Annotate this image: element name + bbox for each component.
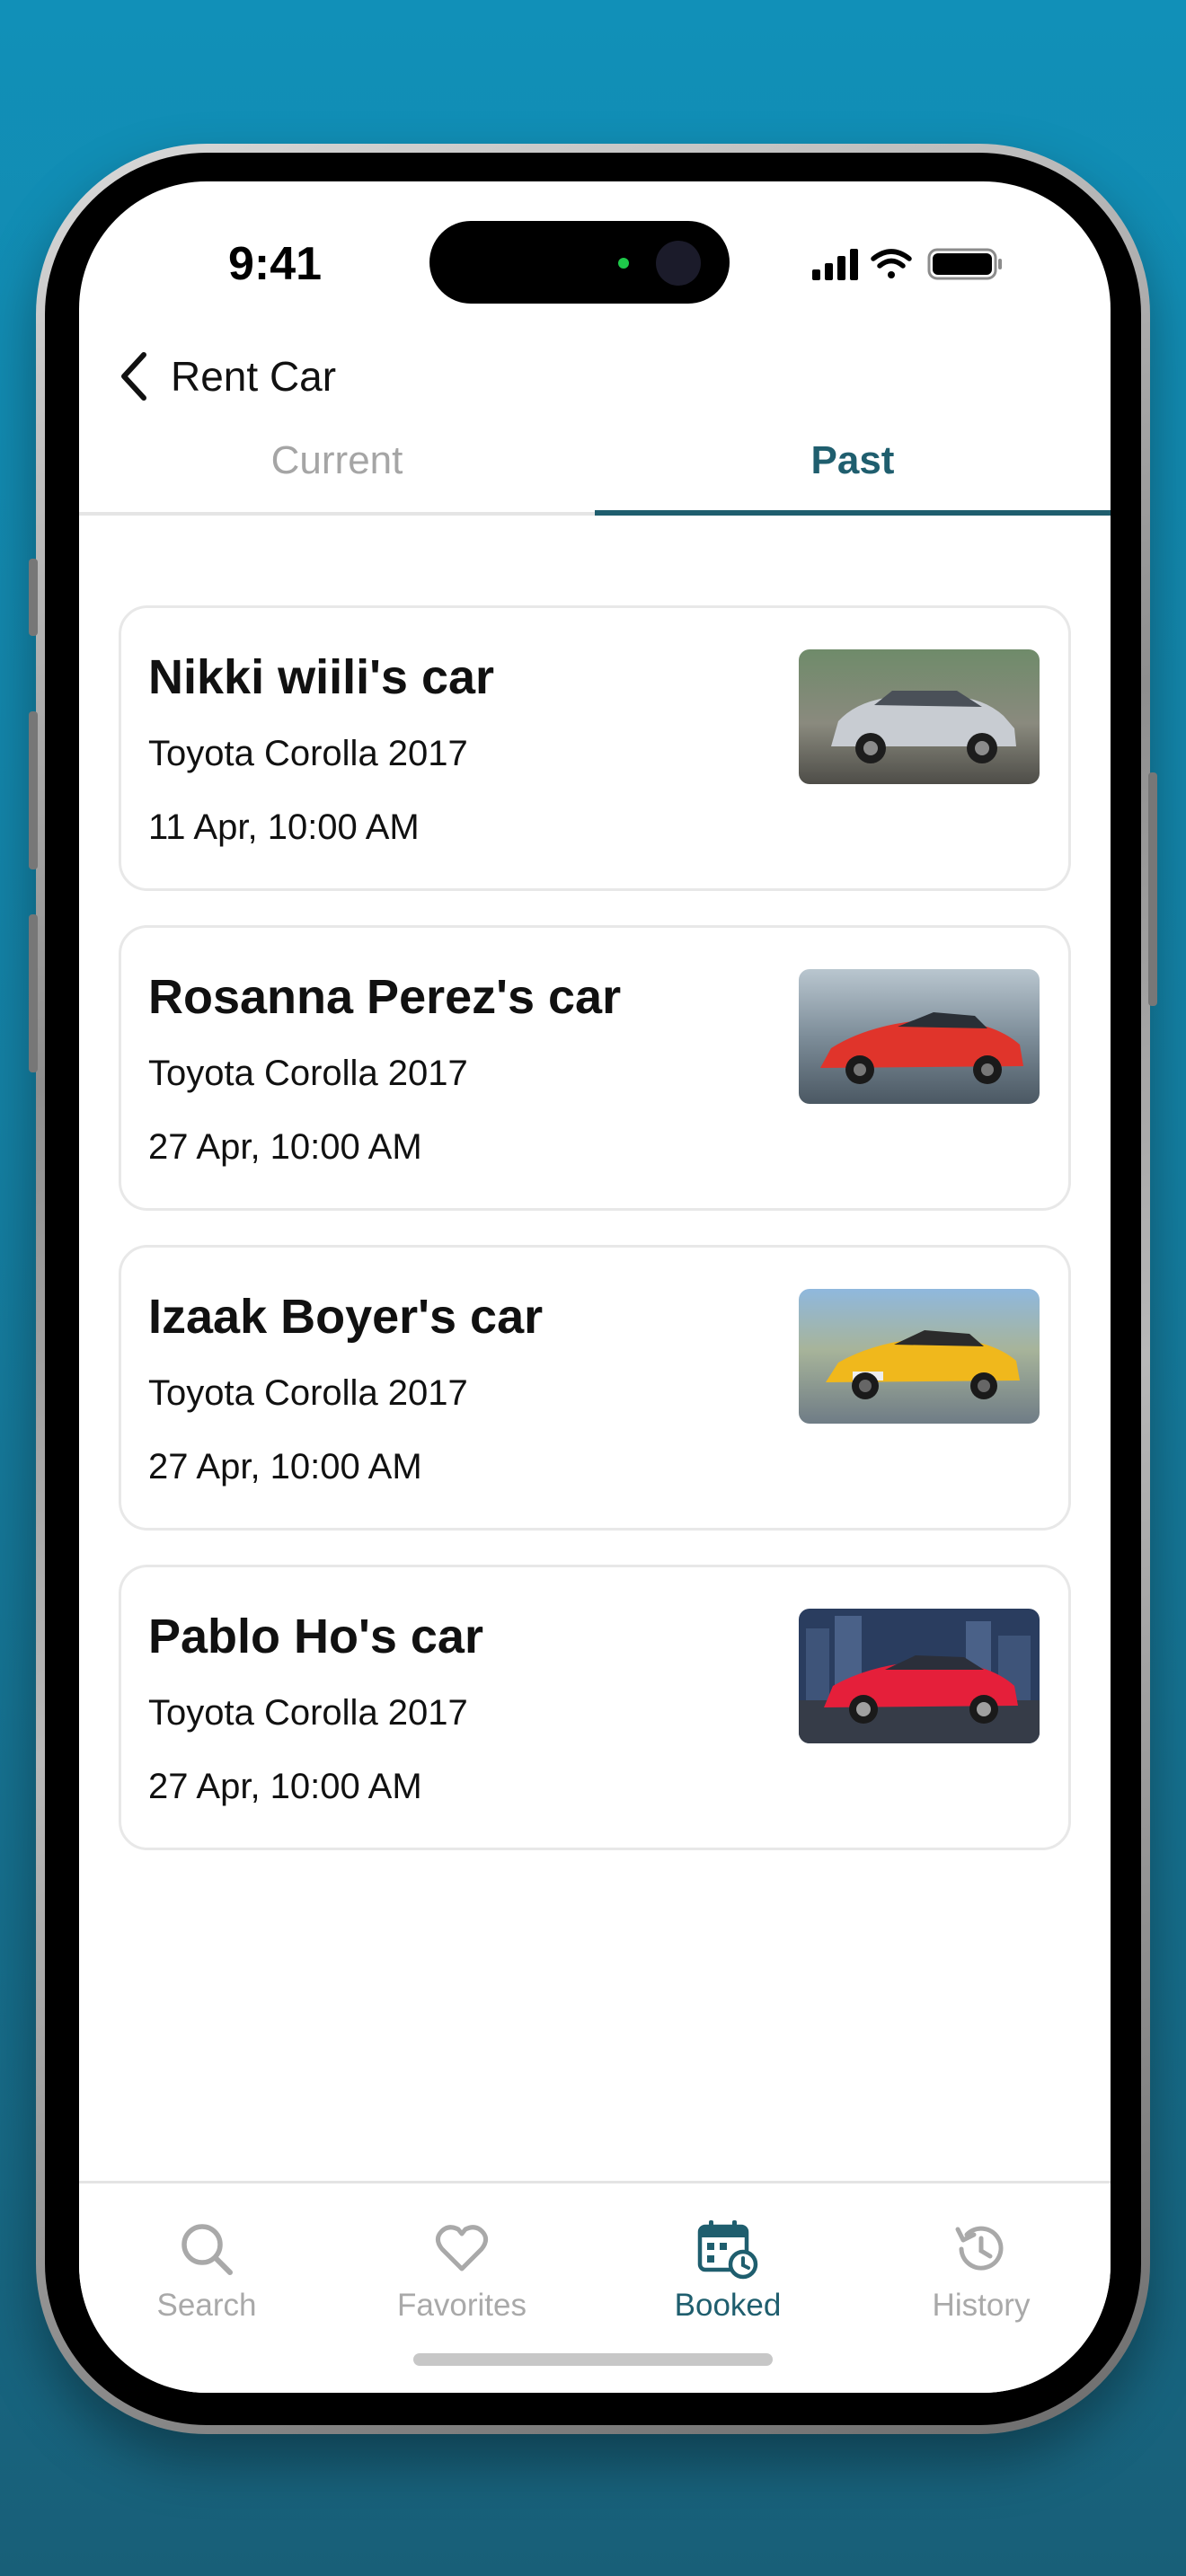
- booking-car-model: Toyota Corolla 2017: [148, 734, 468, 773]
- booking-card[interactable]: Rosanna Perez's car Toyota Corolla 2017 …: [119, 925, 1071, 1211]
- booking-date: 27 Apr, 10:00 AM: [148, 1767, 422, 1806]
- status-time: 9:41: [227, 238, 323, 290]
- volume-down-button: [29, 914, 38, 1072]
- power-button: [1148, 772, 1157, 1006]
- wifi-icon: [871, 249, 912, 278]
- tab-booked[interactable]: Booked: [611, 2218, 845, 2324]
- tab-current[interactable]: Current: [79, 408, 595, 514]
- booking-card[interactable]: Izaak Boyer's car Toyota Corolla 2017 27…: [119, 1245, 1071, 1531]
- camera-indicator-dot: [618, 258, 629, 269]
- back-button[interactable]: [111, 345, 158, 408]
- app-screen: 9:41 Rent Car Current Past Nikki wiili's…: [79, 181, 1111, 2393]
- car-photo: [799, 1609, 1040, 1743]
- tab-history[interactable]: History: [864, 2218, 1098, 2324]
- booking-card[interactable]: Nikki wiili's car Toyota Corolla 2017 11…: [119, 605, 1071, 891]
- tab-label: Favorites: [397, 2288, 527, 2323]
- booking-owner: Izaak Boyer's car: [148, 1290, 544, 1344]
- tab-label: Booked: [674, 2288, 782, 2323]
- booking-owner: Nikki wiili's car: [148, 650, 495, 704]
- action-button: [29, 559, 38, 636]
- front-camera: [656, 241, 701, 286]
- bookings-list: Nikki wiili's car Toyota Corolla 2017 11…: [119, 605, 1071, 1884]
- chevron-left-icon: [121, 352, 146, 401]
- booking-owner: Pablo Ho's car: [148, 1610, 483, 1663]
- tab-favorites[interactable]: Favorites: [345, 2218, 579, 2324]
- history-icon: [955, 2226, 1004, 2271]
- heart-icon: [435, 2225, 489, 2272]
- home-indicator[interactable]: [413, 2353, 773, 2366]
- booking-car-model: Toyota Corolla 2017: [148, 1054, 468, 1093]
- tab-label: History: [932, 2288, 1031, 2323]
- calendar-clock-icon: [697, 2220, 758, 2280]
- booking-card[interactable]: Pablo Ho's car Toyota Corolla 2017 27 Ap…: [119, 1565, 1071, 1850]
- dynamic-island: [429, 221, 730, 304]
- booking-car-model: Toyota Corolla 2017: [148, 1373, 468, 1413]
- booking-owner: Rosanna Perez's car: [148, 970, 622, 1024]
- booking-date: 27 Apr, 10:00 AM: [148, 1447, 422, 1486]
- booking-car-model: Toyota Corolla 2017: [148, 1693, 468, 1733]
- volume-up-button: [29, 711, 38, 869]
- page-title: Rent Car: [171, 353, 337, 400]
- active-tab-indicator: [595, 510, 1111, 516]
- segment-tabs: Current Past: [79, 408, 1111, 517]
- car-photo: [799, 649, 1040, 784]
- tab-past[interactable]: Past: [595, 408, 1111, 514]
- signal-icon: [812, 249, 858, 280]
- search-icon: [181, 2224, 233, 2275]
- navigation-bar: Rent Car: [111, 345, 336, 408]
- battery-icon: [927, 248, 1002, 280]
- car-photo: [799, 969, 1040, 1104]
- booking-date: 11 Apr, 10:00 AM: [148, 807, 420, 847]
- tab-search[interactable]: Search: [90, 2218, 323, 2324]
- car-photo: [799, 1289, 1040, 1424]
- tab-label: Search: [156, 2288, 257, 2323]
- status-icons: [810, 246, 1017, 282]
- booking-date: 27 Apr, 10:00 AM: [148, 1127, 422, 1167]
